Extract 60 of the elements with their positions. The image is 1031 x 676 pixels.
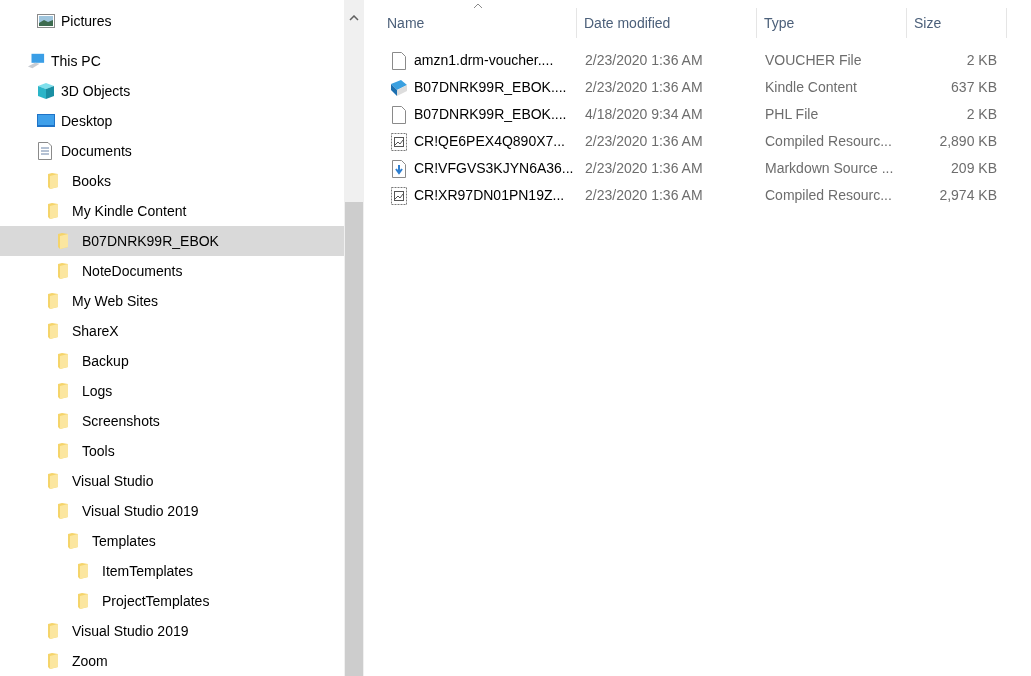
computer-icon <box>27 52 45 70</box>
file-name[interactable]: B07DNRK99R_EBOK.... <box>414 104 567 125</box>
file-name[interactable]: CR!XR97DN01PN19Z... <box>414 185 565 206</box>
table-cell-text: 4/18/2020 9:34 AM <box>584 105 704 124</box>
picture-icon <box>37 14 55 28</box>
folder-icon <box>68 533 78 549</box>
folder-icon <box>58 353 68 369</box>
tree-item[interactable]: B07DNRK99R_EBOK <box>0 226 344 256</box>
table-cell-text: 2,974 KB <box>938 186 998 205</box>
folder-icon <box>48 473 58 489</box>
file-name[interactable]: amzn1.drm-voucher.... <box>414 50 554 71</box>
table-cell-text: Compiled Resourc... <box>764 186 893 205</box>
folder-icon <box>48 323 58 339</box>
download-file-icon <box>392 159 406 178</box>
table-cell-text: Markdown Source ... <box>764 159 895 178</box>
file-name[interactable]: CR!QE6PEX4Q890X7... <box>414 131 565 152</box>
table-cell-text: 209 KB <box>950 159 998 178</box>
cube-icon <box>37 82 55 100</box>
table-cell-text: PHL File <box>764 105 820 124</box>
book-icon <box>390 78 408 97</box>
table-cell-text: 2/23/2020 1:36 AM <box>584 51 704 70</box>
table-cell-text: 2 KB <box>965 105 998 124</box>
table-cell-text: Compiled Resourc... <box>764 132 893 151</box>
table-cell-text: 2,890 KB <box>938 132 998 151</box>
folder-icon <box>58 413 68 429</box>
column-header[interactable]: Size <box>907 8 1007 38</box>
table-cell-text: 637 KB <box>950 78 998 97</box>
scrollbar-thumb[interactable] <box>345 202 363 676</box>
folder-icon <box>48 293 58 309</box>
folder-icon <box>48 203 58 219</box>
image-file-icon <box>391 132 407 151</box>
table-cell-text: 2/23/2020 1:36 AM <box>584 78 704 97</box>
folder-icon <box>58 503 68 519</box>
folder-icon <box>58 263 68 279</box>
folder-icon <box>78 563 88 579</box>
file-icon <box>392 51 406 70</box>
column-header[interactable]: Date modified <box>577 8 757 38</box>
folder-icon <box>58 233 68 249</box>
table-cell-text: Kindle Content <box>764 78 858 97</box>
folder-icon <box>48 173 58 189</box>
column-header[interactable]: Name <box>380 8 577 38</box>
table-cell-text: 2/23/2020 1:36 AM <box>584 159 704 178</box>
folder-icon <box>78 593 88 609</box>
table-cell-text: VOUCHER File <box>764 51 863 70</box>
file-name[interactable]: CR!VFGVS3KJYN6A36... <box>414 158 574 179</box>
folder-icon <box>48 653 58 669</box>
folder-icon <box>58 383 68 399</box>
table-cell-text: 2/23/2020 1:36 AM <box>584 132 704 151</box>
table-cell-text: 2/23/2020 1:36 AM <box>584 186 704 205</box>
image-file-icon <box>391 186 407 205</box>
chevron-up-icon <box>349 15 359 21</box>
file-name[interactable]: B07DNRK99R_EBOK.... <box>414 77 567 98</box>
folder-icon <box>48 623 58 639</box>
table-cell-text: 2 KB <box>965 51 998 70</box>
column-header[interactable]: Type <box>757 8 907 38</box>
file-icon <box>392 105 406 124</box>
document-icon <box>37 142 53 160</box>
sort-caret-icon <box>473 3 483 9</box>
desktop-icon <box>37 114 55 128</box>
folder-icon <box>58 443 68 459</box>
